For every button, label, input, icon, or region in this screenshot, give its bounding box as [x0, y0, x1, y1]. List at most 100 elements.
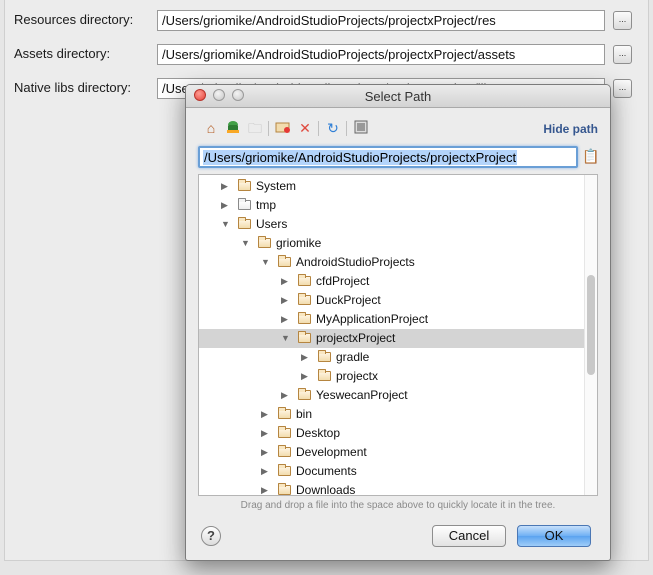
- tree-node[interactable]: ▶ System: [199, 177, 585, 196]
- folder-icon: [238, 217, 251, 229]
- resources-directory-label: Resources directory:: [14, 12, 134, 27]
- folder-icon: [298, 331, 311, 343]
- native-libs-browse-button[interactable]: ...: [613, 79, 632, 98]
- folder-icon: [278, 445, 291, 457]
- expanded-arrow-icon[interactable]: ▼: [241, 237, 251, 249]
- collapsed-arrow-icon[interactable]: ▶: [281, 389, 291, 401]
- folder-icon: [238, 179, 251, 191]
- tree-node-label: YeswecanProject: [316, 388, 408, 402]
- folder-icon: [278, 407, 291, 419]
- dialog-titlebar: Select Path: [186, 85, 610, 108]
- folder-icon: [258, 236, 271, 248]
- folder-icon: [298, 388, 311, 400]
- tree-node-label: MyApplicationProject: [316, 312, 429, 326]
- tree-scrollbar[interactable]: [584, 175, 597, 495]
- folder-icon: [298, 274, 311, 286]
- expanded-arrow-icon[interactable]: ▼: [281, 332, 291, 344]
- resources-directory-field[interactable]: /Users/griomike/AndroidStudioProjects/pr…: [157, 10, 605, 31]
- collapsed-arrow-icon[interactable]: ▶: [261, 484, 271, 495]
- folder-icon: [318, 369, 331, 381]
- tree-node-label: bin: [296, 407, 313, 421]
- tree-node[interactable]: ▶ Documents: [199, 462, 585, 481]
- collapsed-arrow-icon[interactable]: ▶: [261, 408, 271, 420]
- tree-node[interactable]: ▶ projectx: [199, 367, 585, 386]
- android-icon[interactable]: [224, 119, 242, 137]
- assets-directory-field[interactable]: /Users/griomike/AndroidStudioProjects/pr…: [157, 44, 605, 65]
- tree-node-label: DuckProject: [316, 293, 381, 307]
- tree-node[interactable]: ▶ YeswecanProject: [199, 386, 585, 405]
- tree-node-label: projectx: [336, 369, 379, 383]
- toolbar-separator: [268, 121, 269, 136]
- dialog-title: Select Path: [364, 89, 432, 104]
- tree-node[interactable]: ▶ MyApplicationProject: [199, 310, 585, 329]
- collapsed-arrow-icon[interactable]: ▶: [261, 427, 271, 439]
- show-hidden-icon[interactable]: [352, 119, 370, 137]
- select-path-dialog: Select Path ⌂ 🗀 ✕ ↻ Hide path /Users/gri…: [185, 84, 611, 561]
- toolbar-separator: [318, 121, 319, 136]
- delete-icon[interactable]: ✕: [296, 119, 314, 137]
- tree-node-label: Users: [256, 217, 288, 231]
- tree-node-label: tmp: [256, 198, 277, 212]
- collapsed-arrow-icon[interactable]: ▶: [281, 313, 291, 325]
- home-icon[interactable]: ⌂: [202, 119, 220, 137]
- cancel-button[interactable]: Cancel: [432, 525, 506, 547]
- expanded-arrow-icon[interactable]: ▼: [221, 218, 231, 230]
- folder-icon: [278, 255, 291, 267]
- tree-node-label: Documents: [296, 464, 357, 478]
- path-input-text: /Users/griomike/AndroidStudioProjects/pr…: [203, 150, 518, 165]
- collapsed-arrow-icon[interactable]: ▶: [221, 180, 231, 192]
- tree-node[interactable]: ▼ projectxProject: [199, 329, 585, 348]
- tree-scrollbar-thumb[interactable]: [587, 275, 595, 375]
- folder-icon: [318, 350, 331, 362]
- collapsed-arrow-icon[interactable]: ▶: [281, 275, 291, 287]
- file-tree[interactable]: ▶ System ▶ tmp ▼ Users ▼ griomike ▼ AndroidStudio…: [198, 174, 598, 496]
- tree-node[interactable]: ▶ gradle: [199, 348, 585, 367]
- collapsed-arrow-icon[interactable]: ▶: [301, 370, 311, 382]
- paste-icon[interactable]: 📋: [582, 148, 599, 165]
- tree-node-label: System: [256, 179, 297, 193]
- assets-directory-label: Assets directory:: [14, 46, 111, 61]
- tree-node-label: AndroidStudioProjects: [296, 255, 415, 269]
- new-folder-icon[interactable]: [274, 119, 292, 137]
- tree-node[interactable]: ▶ bin: [199, 405, 585, 424]
- tree-node-label: Desktop: [296, 426, 341, 440]
- tree-node-label: Development: [296, 445, 367, 459]
- refresh-icon[interactable]: ↻: [324, 119, 342, 137]
- tree-node[interactable]: ▼ AndroidStudioProjects: [199, 253, 585, 272]
- folder-icon: [278, 426, 291, 438]
- tree-node[interactable]: ▶ cfdProject: [199, 272, 585, 291]
- tree-node-label: cfdProject: [316, 274, 370, 288]
- tree-node[interactable]: ▶ Downloads: [199, 481, 585, 496]
- folder-icon: [278, 464, 291, 476]
- ok-button[interactable]: OK: [517, 525, 591, 547]
- tree-node-label: gradle: [336, 350, 370, 364]
- collapsed-arrow-icon[interactable]: ▶: [261, 446, 271, 458]
- resources-browse-button[interactable]: ...: [613, 11, 632, 30]
- collapsed-arrow-icon[interactable]: ▶: [221, 199, 231, 211]
- path-input[interactable]: /Users/griomike/AndroidStudioProjects/pr…: [198, 146, 578, 168]
- collapsed-arrow-icon[interactable]: ▶: [281, 294, 291, 306]
- tree-node[interactable]: ▶ Development: [199, 443, 585, 462]
- drag-drop-hint: Drag and drop a file into the space abov…: [240, 500, 556, 511]
- folder-icon: [278, 483, 291, 495]
- tree-node[interactable]: ▶ Desktop: [199, 424, 585, 443]
- folder-icon: [298, 293, 311, 305]
- help-button[interactable]: ?: [201, 526, 221, 546]
- folder-icon: [298, 312, 311, 324]
- native-libs-directory-label: Native libs directory:: [14, 80, 132, 95]
- tree-node[interactable]: ▶ DuckProject: [199, 291, 585, 310]
- tree-node-label: Downloads: [296, 483, 356, 496]
- toolbar-separator: [346, 121, 347, 136]
- tree-node-label: projectxProject: [316, 331, 396, 345]
- assets-browse-button[interactable]: ...: [613, 45, 632, 64]
- tree-node[interactable]: ▼ Users: [199, 215, 585, 234]
- new-folder-disabled-icon: 🗀: [248, 120, 262, 136]
- tree-node-label: griomike: [276, 236, 322, 250]
- tree-node[interactable]: ▶ tmp: [199, 196, 585, 215]
- collapsed-arrow-icon[interactable]: ▶: [301, 351, 311, 363]
- tree-node[interactable]: ▼ griomike: [199, 234, 585, 253]
- collapsed-arrow-icon[interactable]: ▶: [261, 465, 271, 477]
- linked-folder-icon: [238, 198, 251, 210]
- hide-path-link[interactable]: Hide path: [543, 122, 598, 136]
- expanded-arrow-icon[interactable]: ▼: [261, 256, 271, 268]
